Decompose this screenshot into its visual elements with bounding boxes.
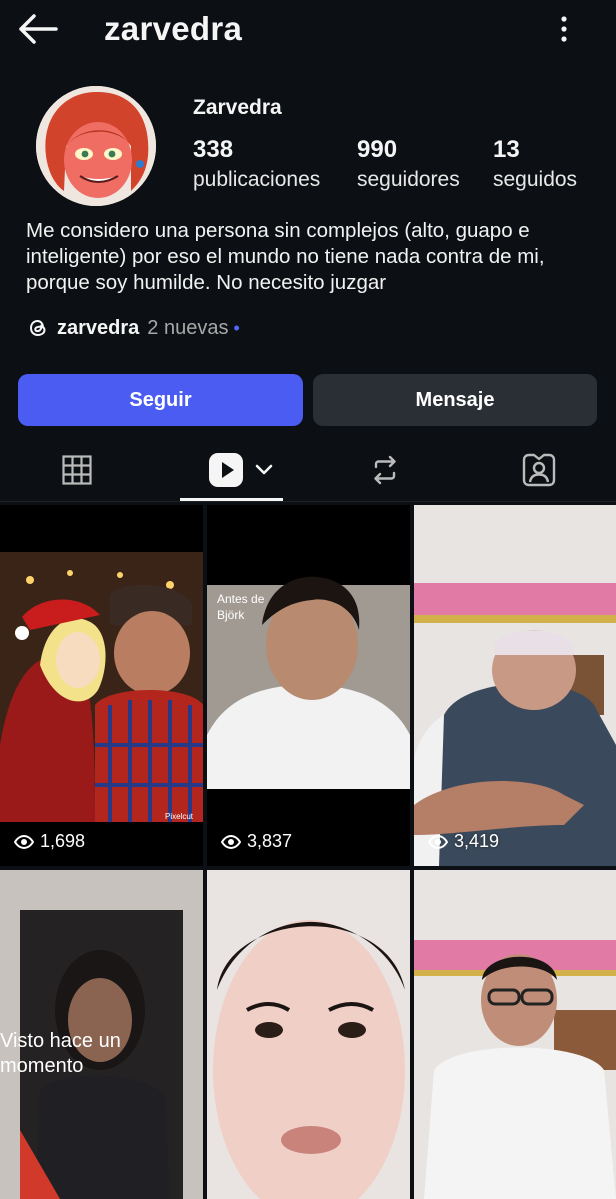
stat-posts-label: publicaciones: [193, 168, 321, 191]
threads-icon: [29, 319, 46, 337]
view-count-value: 1,698: [40, 831, 86, 851]
view-count-value: 3,837: [247, 831, 293, 851]
more-vertical-icon[interactable]: [552, 14, 576, 44]
tab-tagged[interactable]: [502, 440, 576, 500]
profile-tabs: [0, 440, 616, 502]
reels-icon: [209, 453, 243, 487]
reel-image: Antes de Björk: [207, 505, 410, 866]
message-button[interactable]: Mensaje: [313, 374, 597, 426]
reel-thumbnail[interactable]: [414, 870, 616, 1199]
threads-unread-dot: •: [233, 317, 240, 338]
reel-image: [207, 870, 410, 1199]
reel-caption: Visto hace un momento: [0, 1030, 121, 1077]
stat-followers-label: seguidores: [357, 168, 460, 191]
stat-followers-value: 990: [357, 136, 398, 163]
active-tab-indicator: [180, 498, 283, 501]
threads-new-count: 2 nuevas: [147, 316, 229, 339]
reel-image: Pixelcut: [0, 505, 203, 866]
reposts-icon: [374, 455, 396, 485]
reel-thumbnail[interactable]: Antes de Björk 3,837: [207, 505, 410, 866]
view-count: 1,698: [14, 831, 85, 852]
reel-thumbnail[interactable]: Pixelcut 1,698: [0, 505, 203, 866]
tab-posts-grid[interactable]: [40, 440, 114, 500]
reel-thumbnail[interactable]: [207, 870, 410, 1199]
stat-following-value: 13: [493, 136, 520, 163]
reel-image: [414, 870, 616, 1199]
tab-reels[interactable]: [196, 440, 286, 500]
view-count-value: 3,419: [454, 831, 500, 851]
reel-thumbnail[interactable]: 3,419: [414, 505, 616, 866]
svg-text:Pixelcut: Pixelcut: [165, 812, 194, 821]
reel-thumbnail[interactable]: Visto hace un momento: [0, 870, 203, 1199]
chevron-down-icon: [255, 464, 273, 475]
eye-icon: [428, 834, 448, 849]
view-count: 3,837: [221, 831, 292, 852]
stat-posts-value: 338: [193, 136, 234, 163]
arrow-left-icon[interactable]: [18, 12, 58, 46]
eye-icon: [14, 834, 34, 849]
stat-following-label: seguidos: [493, 168, 578, 191]
eye-icon: [221, 834, 241, 849]
avatar[interactable]: [36, 86, 156, 206]
profile-display-name: Zarvedra: [193, 96, 282, 119]
reel-image: [414, 505, 616, 866]
profile-bio: Me considero una persona sin complejos (…: [26, 219, 545, 294]
stat-posts[interactable]: 338 publicaciones: [193, 136, 320, 192]
stat-following[interactable]: 13 seguidos: [493, 136, 577, 192]
tagged-icon: [522, 453, 556, 487]
grid-icon: [62, 455, 92, 485]
profile-username-title: zarvedra: [104, 10, 243, 47]
stat-followers[interactable]: 990 seguidores: [357, 136, 460, 192]
threads-handle: zarvedra: [57, 316, 140, 339]
top-bar: zarvedra: [0, 0, 616, 60]
tab-reposts[interactable]: [350, 440, 420, 500]
follow-button[interactable]: Seguir: [18, 374, 303, 426]
view-count: 3,419: [428, 831, 499, 852]
threads-link[interactable]: zarvedra 2 nuevas •: [26, 315, 240, 341]
